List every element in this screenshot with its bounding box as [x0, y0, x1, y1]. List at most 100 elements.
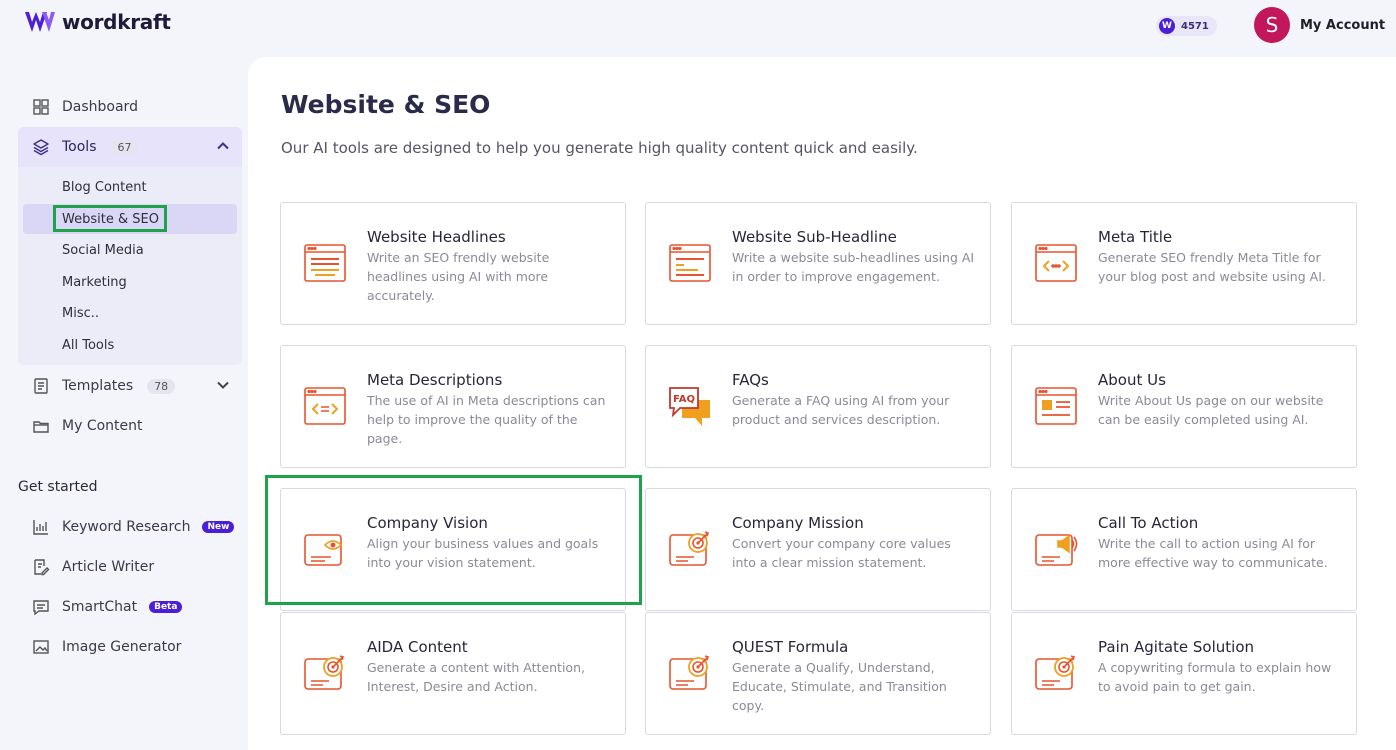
card-title: QUEST Formula [732, 638, 849, 656]
credits-badge-icon: W [1159, 18, 1175, 34]
page-title: Website & SEO [281, 90, 491, 119]
sidebar-item-article-writer[interactable]: Article Writer [18, 547, 242, 587]
vision-eye-icon [304, 534, 343, 566]
sidebar-item-label: Templates [62, 378, 134, 394]
card-title: Call To Action [1098, 514, 1199, 532]
card-description: Generate SEO frendly Meta Title for your… [1098, 250, 1326, 284]
card-description: Write the call to action using AI for mo… [1098, 536, 1328, 570]
tool-card-website-sub-headline[interactable]: Website Sub-Headline Write a website sub… [645, 202, 991, 325]
card-description: A copywriting formula to explain how to … [1098, 660, 1332, 694]
sidebar-item-image-generator[interactable]: Image Generator [18, 627, 242, 667]
submenu-item-misc[interactable]: Misc.. [23, 298, 237, 328]
sidebar-item-label: Keyword Research [62, 519, 191, 535]
tools-count-badge: 67 [110, 139, 139, 155]
tool-card-meta-descriptions[interactable]: Meta Descriptions The use of AI in Meta … [280, 345, 626, 468]
target-icon [669, 655, 710, 690]
tool-card-call-to-action[interactable]: Call To Action Write the call to action … [1011, 488, 1357, 611]
tool-card-meta-title[interactable]: Meta Title Generate SEO frendly Meta Tit… [1011, 202, 1357, 325]
sidebar-item-label: My Content [62, 418, 143, 434]
avatar: S [1254, 7, 1290, 43]
card-title: Company Mission [732, 514, 864, 532]
card-title: FAQs [732, 371, 769, 389]
browser-code-icon [304, 387, 346, 425]
beta-badge: Beta [149, 601, 183, 613]
edit-document-icon [32, 558, 50, 576]
card-title: Website Headlines [367, 228, 506, 246]
card-description: The use of AI in Meta descriptions can h… [367, 393, 606, 446]
browser-headline-icon [304, 244, 346, 282]
sidebar-item-label: Article Writer [62, 559, 155, 575]
submenu-item-marketing[interactable]: Marketing [23, 267, 237, 297]
card-description: Generate a FAQ using AI from your produc… [732, 393, 950, 427]
image-icon [32, 638, 50, 656]
sidebar-item-label: Tools [62, 139, 97, 155]
card-description: Write a website sub-headlines using AI i… [732, 250, 975, 284]
browser-subheadline-icon [669, 244, 711, 282]
tool-card-company-vision[interactable]: Company Vision Align your business value… [280, 488, 626, 611]
sidebar-item-keyword-research[interactable]: Keyword Research New [18, 507, 242, 547]
megaphone-icon [1035, 534, 1078, 566]
tool-card-website-headlines[interactable]: Website Headlines Write an SEO frendly w… [280, 202, 626, 325]
sidebar-item-label: Dashboard [62, 99, 138, 115]
account-label: My Account [1300, 17, 1386, 33]
chat-bubble-icon [32, 598, 50, 616]
card-title: Company Vision [367, 514, 488, 532]
sidebar-item-my-content[interactable]: My Content [18, 406, 242, 446]
submenu-item-website-seo[interactable]: Website & SEO [23, 204, 237, 234]
sidebar: Dashboard Tools 67 Blog Content Website … [0, 56, 248, 750]
dashboard-grid-icon [32, 98, 50, 116]
templates-count-badge: 78 [147, 378, 176, 394]
page-subtitle: Our AI tools are designed to help you ge… [281, 139, 918, 157]
credits-pill[interactable]: W 4571 [1156, 16, 1217, 36]
tool-card-company-mission[interactable]: Company Mission Convert your company cor… [645, 488, 991, 611]
tool-card-aida-content[interactable]: AIDA Content Generate a content with Att… [280, 612, 626, 735]
target-icon [304, 655, 345, 690]
main-panel: Website & SEO Our AI tools are designed … [248, 57, 1396, 750]
new-badge: New [202, 521, 235, 533]
card-description: Write an SEO frendly website headlines u… [367, 250, 550, 303]
svg-text:FAQ: FAQ [673, 394, 695, 405]
target-icon [1035, 655, 1076, 690]
sidebar-item-dashboard[interactable]: Dashboard [18, 87, 242, 127]
browser-code-icon [1035, 244, 1077, 282]
tools-submenu: Blog Content Website & SEO Social Media … [18, 167, 242, 365]
bar-chart-icon [32, 518, 50, 536]
folder-icon [32, 417, 50, 435]
card-title: Meta Descriptions [367, 371, 503, 389]
sidebar-item-tools[interactable]: Tools 67 [18, 127, 242, 167]
tool-card-faqs[interactable]: FAQ FAQs Generate a FAQ using AI from yo… [645, 345, 991, 468]
tool-card-quest-formula[interactable]: QUEST Formula Generate a Qualify, Unders… [645, 612, 991, 735]
submenu-item-blog-content[interactable]: Blog Content [23, 172, 237, 202]
card-description: Align your business values and goals int… [367, 536, 599, 570]
sidebar-item-templates[interactable]: Templates 78 [18, 366, 242, 406]
submenu-item-all-tools[interactable]: All Tools [23, 330, 237, 360]
brand-logo[interactable]: wordkraft [24, 10, 171, 34]
top-bar: wordkraft W 4571 S My Account [0, 0, 1396, 56]
tool-card-about-us[interactable]: About Us Write About Us page on our webs… [1011, 345, 1357, 468]
card-description: Generate a content with Attention, Inter… [367, 660, 585, 694]
target-icon [669, 531, 710, 566]
wordkraft-logo-icon [25, 12, 55, 32]
sidebar-item-label: Image Generator [62, 639, 182, 655]
tool-card-pain-agitate-solution[interactable]: Pain Agitate Solution A copywriting form… [1011, 612, 1357, 735]
card-description: Write About Us page on our website can b… [1098, 393, 1324, 427]
card-title: Meta Title [1098, 228, 1173, 246]
browser-about-icon [1035, 387, 1077, 425]
card-description: Convert your company core values into a … [732, 536, 951, 570]
sidebar-item-smartchat[interactable]: SmartChat Beta [18, 587, 242, 627]
card-title: AIDA Content [367, 638, 468, 656]
submenu-item-social-media[interactable]: Social Media [23, 235, 237, 265]
sidebar-item-label: SmartChat [62, 599, 138, 615]
credits-count: 4571 [1181, 20, 1209, 32]
account-menu[interactable]: S My Account [1254, 7, 1385, 43]
card-title: Pain Agitate Solution [1098, 638, 1255, 656]
layers-icon [32, 138, 50, 156]
faq-bubble-icon: FAQ [669, 387, 710, 426]
get-started-heading: Get started [18, 479, 98, 495]
card-description: Generate a Qualify, Understand, Educate,… [732, 660, 947, 713]
chevron-down-icon[interactable] [216, 378, 230, 392]
chevron-up-icon[interactable] [216, 139, 230, 153]
brand-name: wordkraft [62, 10, 171, 34]
card-title: About Us [1098, 371, 1166, 389]
card-title: Website Sub-Headline [732, 228, 897, 246]
